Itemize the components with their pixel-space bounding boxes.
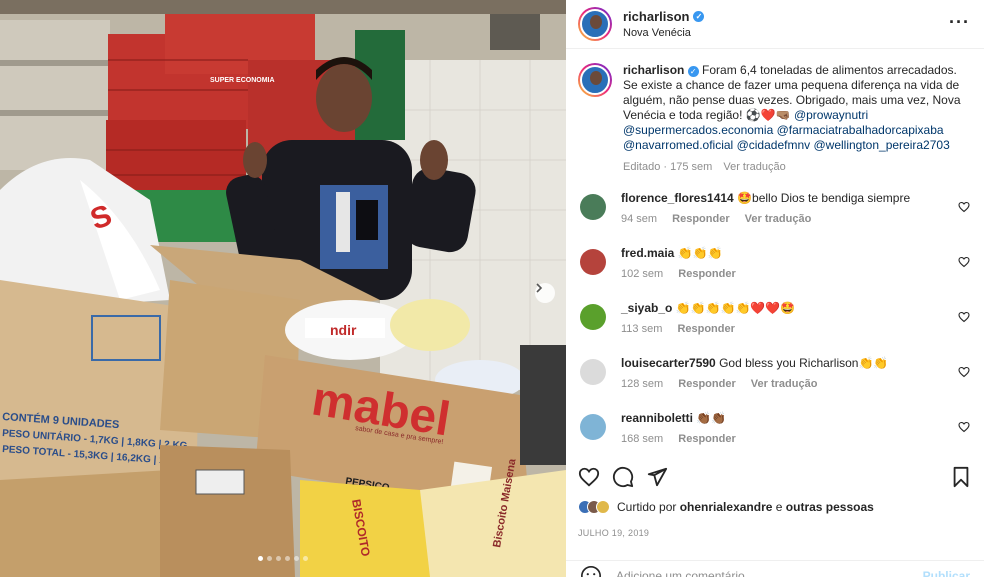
publish-button[interactable]: Publicar [923,569,970,577]
caption-mention[interactable]: @cidadefmnv [737,138,811,152]
caption-edited: Editado · 175 sem [623,161,713,173]
carousel-dot [258,556,263,561]
emoji-icon[interactable] [580,565,602,577]
comments-scroll-area[interactable]: richarlison ✓ Foram 6,4 toneladas de ali… [566,50,984,452]
bookmark-icon[interactable] [950,466,972,488]
comment-text: 🤩bello Dios te bendiga siempre [737,191,911,205]
translate-link[interactable]: Ver tradução [751,378,818,390]
comment-like-icon[interactable] [958,201,970,213]
liked-by: Curtido por ohenrialexandre e outras pes… [578,500,874,514]
commenter-username[interactable]: fred.maia [621,246,674,260]
verified-badge-icon: ✓ [693,11,705,22]
crate-label: SUPER ECONOMIA [210,77,275,84]
comment-text: God bless you Richarlison👏👏 [719,356,889,370]
translate-link[interactable]: Ver tradução [745,213,812,225]
comment-text: 👏👏👏 [677,246,723,260]
verified-badge-icon: ✓ [687,66,699,77]
post-header: richarlison ✓ Nova Venécia ··· [566,0,984,49]
comment-input[interactable] [616,568,896,577]
comment-like-icon[interactable] [958,421,970,433]
author-avatar[interactable] [578,7,612,41]
comment-time[interactable]: 128 sem [621,378,663,390]
post-date[interactable]: JULHO 19, 2019 [578,528,649,538]
comment-time[interactable]: 102 sem [621,268,663,280]
liked-user[interactable]: ohenrialexandre [680,500,773,514]
post-panel: richarlison ✓ Nova Venécia ··· richarlis… [566,0,984,577]
comment-time[interactable]: 168 sem [621,433,663,445]
add-comment-bar: Publicar [566,560,984,577]
liked-prefix: Curtido por [617,500,677,514]
caption-mention[interactable]: @navarromed.oficial [623,138,733,152]
reply-button[interactable]: Responder [678,378,735,390]
caption-avatar[interactable] [578,63,612,97]
commenter-avatar[interactable] [580,249,606,275]
commenter-avatar[interactable] [580,359,606,385]
caption-mention[interactable]: @wellington_pereira2703 [813,138,949,152]
send-icon[interactable] [646,466,668,488]
heart-icon[interactable] [578,466,600,488]
caption-translate-link[interactable]: Ver tradução [723,161,785,173]
commenter-avatar[interactable] [580,414,606,440]
carousel-next-button[interactable] [535,283,555,303]
commenter-avatar[interactable] [580,304,606,330]
post-location[interactable]: Nova Venécia [623,27,704,39]
comment-row: florence_flores1414 🤩bello Dios te bendi… [578,191,972,246]
commenter-username[interactable]: florence_flores1414 [621,191,734,205]
comment-list: florence_flores1414 🤩bello Dios te bendi… [578,191,972,452]
comment-row: louisecarter7590 God bless you Richarlis… [578,356,972,411]
comment-row: _siyab_o 👏👏👏👏👏❤️❤️🤩 113 sem Responder [578,301,972,356]
comment-text: 👏🏾👏🏾 [696,411,727,425]
chevron-right-icon [536,283,543,293]
comment-icon[interactable] [612,466,634,488]
comment-row: fred.maia 👏👏👏 102 sem Responder [578,246,972,301]
comment-like-icon[interactable] [958,256,970,268]
comment-like-icon[interactable] [958,311,970,323]
comment-text: 👏👏👏👏👏❤️❤️🤩 [675,301,796,315]
carousel-dot [276,556,281,561]
carousel-dot [285,556,290,561]
reply-button[interactable]: Responder [678,268,735,280]
caption-mention[interactable]: @farmaciatrabalhadorcapixaba [777,123,944,137]
commenter-username[interactable]: reanniboletti [621,411,693,425]
carousel-dot [294,556,299,561]
more-options-icon[interactable]: ··· [949,12,970,33]
liker-avatar[interactable] [596,500,610,514]
liked-others[interactable]: outras pessoas [786,500,874,514]
comment-row: reanniboletti 👏🏾👏🏾 168 sem Responder [578,411,972,452]
commenter-avatar[interactable] [580,194,606,220]
commenter-username[interactable]: louisecarter7590 [621,356,716,370]
comment-time[interactable]: 113 sem [621,323,662,335]
post-caption: richarlison ✓ Foram 6,4 toneladas de ali… [578,50,972,175]
commenter-username[interactable]: _siyab_o [621,301,672,315]
caption-mention[interactable]: @supermercados.economia [623,123,773,137]
post-actions [578,462,972,490]
donation-photo-illustration: SUPER ECONOMIA S CONTÉM 9 UNIDADES PESO … [0,0,566,577]
comment-like-icon[interactable] [958,366,970,378]
carousel-dot [267,556,272,561]
carousel-dots [0,556,566,561]
carousel-dot [303,556,308,561]
author-username[interactable]: richarlison [623,9,689,24]
bag-brand: ndir [330,322,357,338]
post-photo[interactable]: SUPER ECONOMIA S CONTÉM 9 UNIDADES PESO … [0,0,566,577]
comment-time[interactable]: 94 sem [621,213,657,225]
caption-username[interactable]: richarlison [623,63,684,77]
caption-mention[interactable]: @prowaynutri [794,108,868,122]
reply-button[interactable]: Responder [678,433,735,445]
liked-conj: e [775,500,783,514]
reply-button[interactable]: Responder [672,213,729,225]
author-username-row: richarlison ✓ [623,9,705,24]
reply-button[interactable]: Responder [677,323,734,335]
